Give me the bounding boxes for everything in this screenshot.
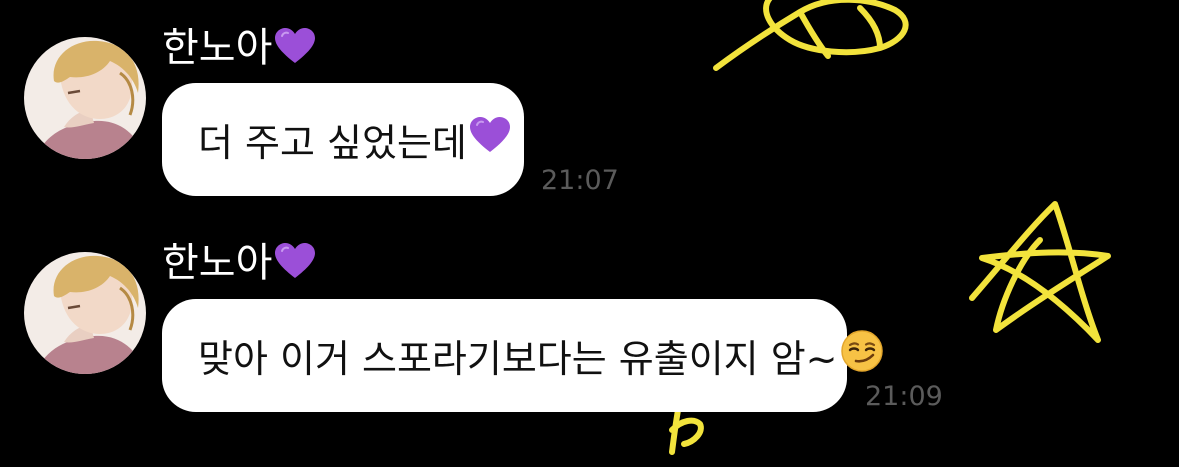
purple-heart-icon — [274, 242, 316, 291]
smirking-face-icon — [840, 329, 884, 382]
message-bubble[interactable]: 더 주고 싶었는데 — [162, 83, 524, 196]
doodle-star-top — [713, 0, 909, 71]
avatar-image — [24, 252, 146, 374]
avatar[interactable] — [24, 252, 146, 374]
purple-heart-icon — [274, 27, 316, 76]
avatar-image — [24, 37, 146, 159]
chat-view: 한노아 더 주고 싶었는데 21:07 한노아 맞아 이거 스포라기보다는 유출… — [0, 0, 1179, 467]
doodle-squiggle-bottom — [669, 407, 704, 455]
sender-name-text: 한노아 — [162, 25, 273, 71]
purple-heart-icon — [469, 116, 511, 163]
sender-name: 한노아 — [162, 24, 316, 76]
message-bubble[interactable]: 맞아 이거 스포라기보다는 유출이지 암~ — [162, 299, 883, 412]
sender-name-text: 한노아 — [162, 240, 273, 286]
message-timestamp: 21:09 — [865, 381, 943, 412]
sender-name: 한노아 — [162, 239, 316, 291]
doodle-star-right — [969, 201, 1111, 343]
message-text: 맞아 이거 스포라기보다는 유출이지 암~ — [198, 337, 838, 381]
message-timestamp: 21:07 — [541, 165, 619, 196]
message-text: 더 주고 싶었는데 — [198, 121, 467, 165]
avatar[interactable] — [24, 37, 146, 159]
